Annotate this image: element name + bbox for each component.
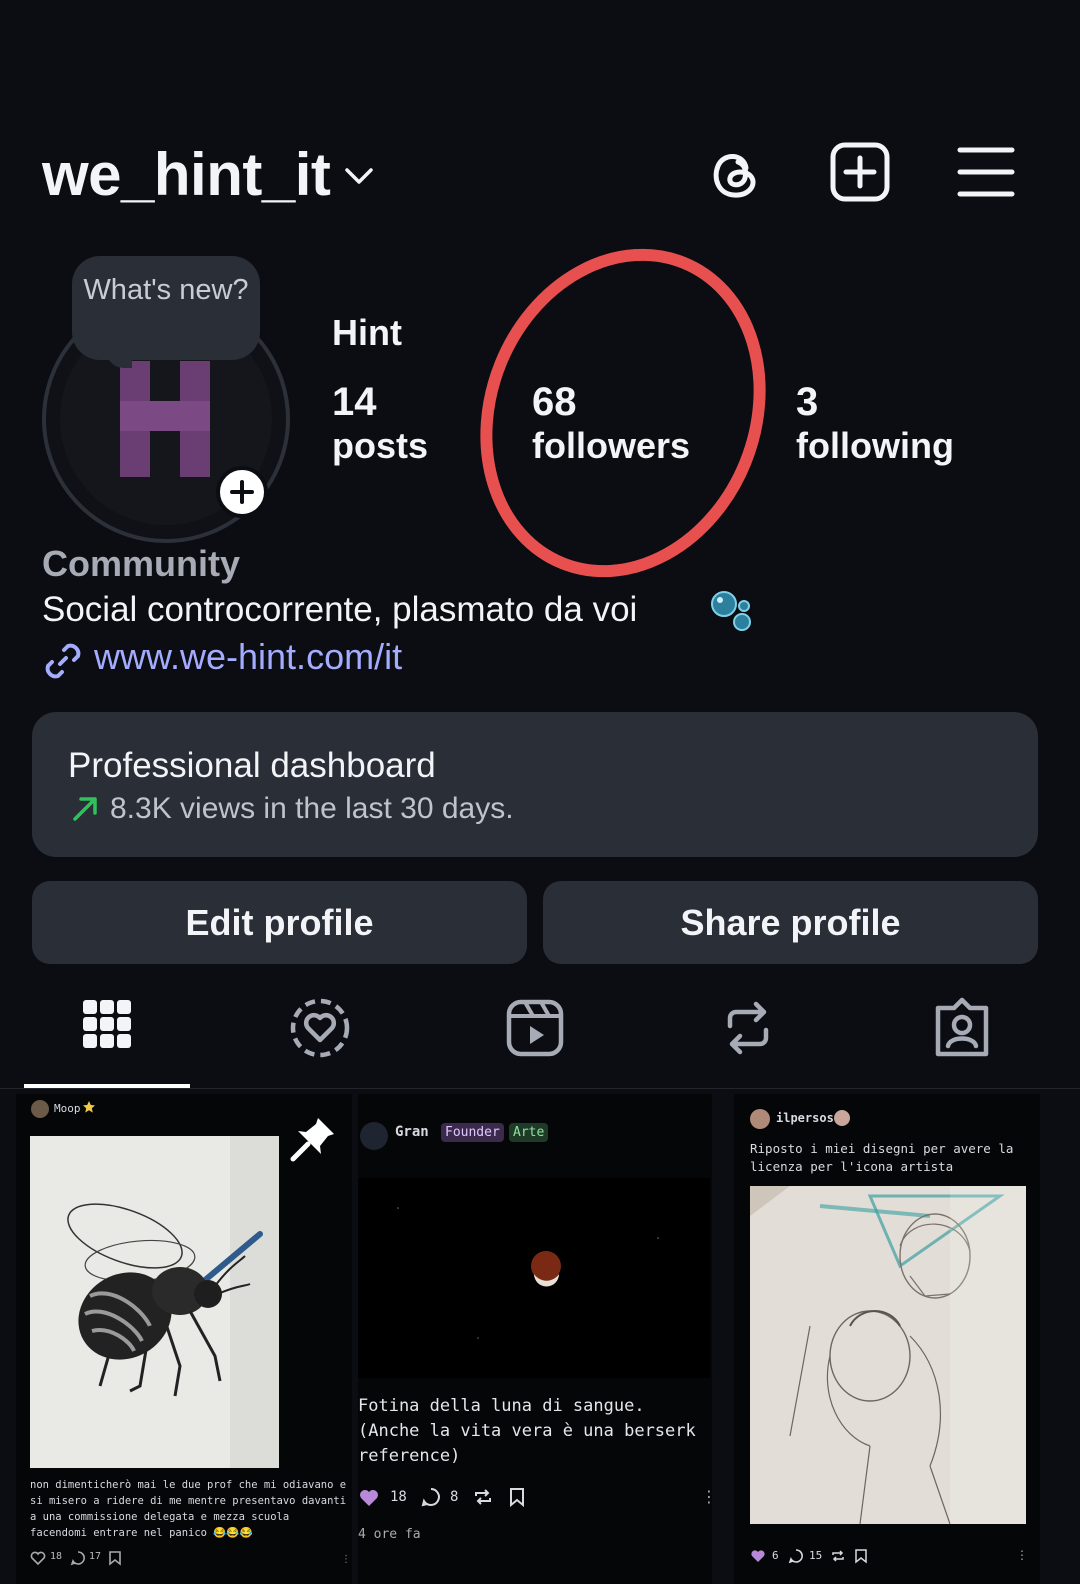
share-profile-button[interactable]: Share profile [543, 881, 1038, 964]
grid-post[interactable]: ilpersos Riposto i miei disegni per aver… [734, 1094, 1040, 1584]
heart-story-icon[interactable] [288, 996, 352, 1060]
post-likes: 18 [390, 1489, 407, 1505]
post-author: Gran [395, 1124, 429, 1140]
arte-badge: Arte [509, 1123, 549, 1142]
star-icon [83, 1101, 95, 1113]
post-author: Moop [54, 1102, 81, 1115]
link-icon [45, 643, 81, 679]
sketch-drawing [750, 1186, 1026, 1525]
edit-profile-button[interactable]: Edit profile [32, 881, 527, 964]
dashboard-title: Professional dashboard [68, 746, 436, 785]
following-stat[interactable]: 3 following [796, 380, 954, 467]
post-more-icon[interactable]: ⋮ [341, 1554, 351, 1565]
chevron-down-icon[interactable] [342, 158, 376, 192]
create-post-icon[interactable] [828, 140, 892, 204]
moon-photo [358, 1178, 710, 1378]
display-name: Hint [332, 312, 402, 353]
profile-category: Community [42, 543, 240, 584]
post-caption: non dimenticherò mai le due prof che mi … [30, 1479, 347, 1539]
following-count: 3 [796, 380, 819, 424]
grid-icon[interactable] [75, 996, 139, 1060]
post-caption: Fotina della luna di sangue. (Anche la v… [358, 1396, 696, 1466]
post-author-avatar [31, 1100, 49, 1118]
post-caption: Riposto i miei disegni per avere la lice… [750, 1141, 1014, 1174]
bee-drawing-image [30, 1136, 279, 1468]
post-more-icon[interactable]: ⋮ [1016, 1548, 1028, 1562]
username-switcher[interactable]: we_hint_it [42, 140, 331, 209]
blood-moon-image [397, 1207, 659, 1339]
post-likes: 18 [50, 1551, 63, 1562]
comment-icon [788, 1549, 803, 1564]
comment-icon [70, 1551, 85, 1566]
post-comments: 8 [450, 1489, 459, 1505]
profile-link[interactable]: www.we-hint.com/it [94, 636, 402, 678]
comment-icon [421, 1488, 440, 1507]
dashboard-subtitle: 8.3K views in the last 30 days. [110, 792, 514, 825]
founder-badge: Founder [441, 1123, 504, 1142]
plus-icon [230, 480, 254, 504]
grid-post[interactable]: Gran Founder Arte Fotina della luna di s… [358, 1094, 712, 1584]
posts-label: posts [332, 425, 429, 466]
post-author: ilpersos [776, 1111, 834, 1125]
posts-count: 14 [332, 380, 377, 424]
highlight-circle-annotation [480, 248, 766, 578]
post-time: 4 ore fa [358, 1527, 421, 1542]
reels-icon[interactable] [503, 996, 567, 1060]
tab-divider [0, 1088, 1080, 1089]
repost-icon[interactable] [716, 996, 780, 1060]
add-story-button[interactable] [216, 466, 268, 518]
bookmark-icon [109, 1551, 121, 1566]
bookmark-icon [855, 1549, 867, 1564]
following-label: following [796, 425, 954, 466]
trend-up-icon [73, 797, 97, 821]
post-comments: 15 [809, 1549, 823, 1562]
post-more-icon[interactable]: ⋮ [701, 1487, 712, 1507]
threads-icon[interactable] [702, 140, 766, 204]
bookmark-icon [510, 1488, 524, 1508]
grid-post[interactable]: Moop non dimenticherò mai le due prof ch… [16, 1094, 352, 1584]
bubbles-emoji-icon [711, 591, 751, 631]
heart-filled-icon [751, 1550, 765, 1562]
heart-filled-icon [360, 1490, 378, 1506]
post-author-avatar [360, 1122, 388, 1150]
artist-badge-icon [834, 1110, 850, 1126]
repost-small-icon [475, 1489, 491, 1505]
post-likes: 6 [772, 1549, 779, 1562]
pin-icon [290, 1118, 334, 1162]
note-bubble[interactable]: What's new? [72, 256, 260, 360]
heart-outline-icon [30, 1551, 46, 1566]
manga-drawing-image [750, 1186, 1026, 1525]
menu-icon[interactable] [954, 140, 1018, 204]
bee-drawing [67, 1136, 279, 1468]
post-author-avatar [750, 1109, 770, 1129]
tagged-icon[interactable] [930, 996, 994, 1060]
post-comments: 17 [89, 1551, 102, 1562]
posts-stat[interactable]: 14 posts [332, 380, 428, 467]
profile-bio: Social controcorrente, plasmato da voi [42, 590, 638, 629]
repost-small-icon [832, 1550, 844, 1562]
